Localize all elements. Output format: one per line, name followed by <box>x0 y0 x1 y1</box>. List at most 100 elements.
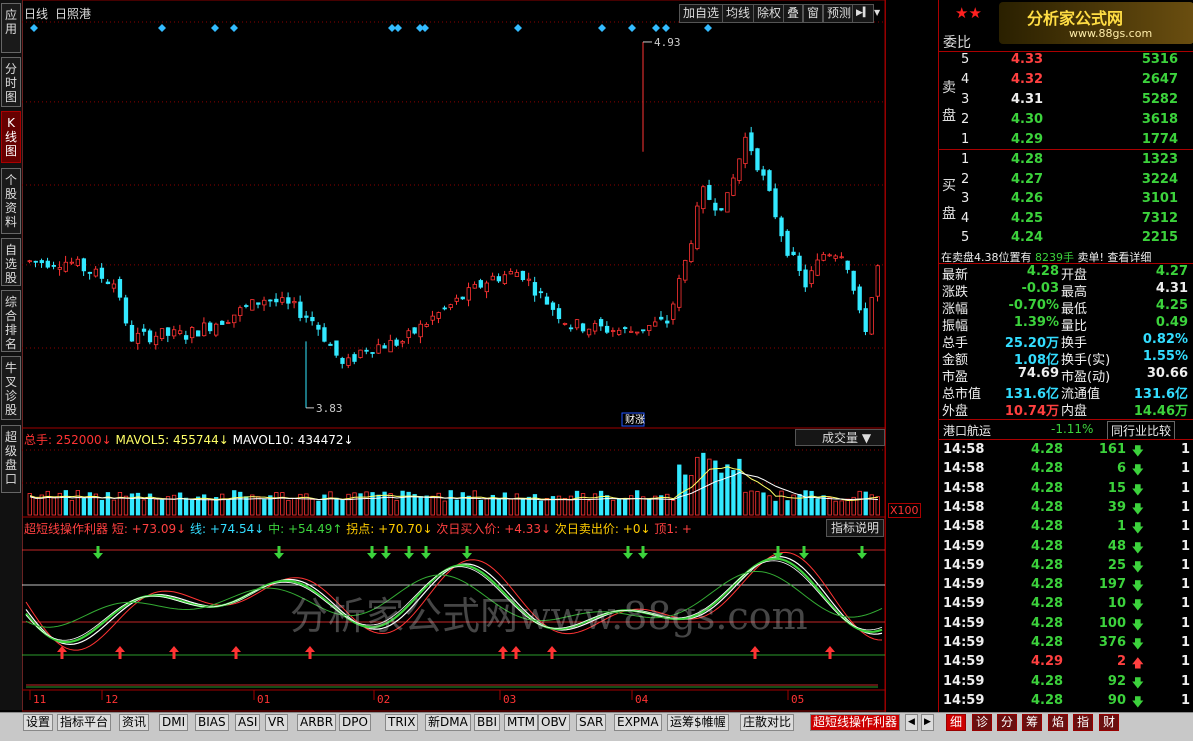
bottom-scroll-right-icon[interactable]: ▶ <box>921 714 934 731</box>
quote-row-0: 最新 4.28 开盘 4.27 <box>939 264 1193 283</box>
tick-time: 14:59 <box>943 557 985 573</box>
tick-price: 4.29 <box>1031 654 1064 670</box>
candle-body-116 <box>725 192 730 213</box>
tick-count: 1 <box>1180 461 1190 477</box>
bottom-tab-9[interactable]: TRIX <box>385 714 419 731</box>
toolbar-dropdown-icon[interactable]: ▼ <box>871 4 883 21</box>
quote-value2: 4.25 <box>1155 298 1188 313</box>
volume-dropdown[interactable]: 成交量 ▼ <box>795 429 885 446</box>
candle-body-97 <box>610 330 616 332</box>
bottom-tab-10[interactable]: 新DMA <box>425 714 471 731</box>
quote-value2: 4.31 <box>1155 281 1188 296</box>
red-arrow-stem-6 <box>514 652 518 659</box>
right-tab-6[interactable]: 财 <box>1099 714 1120 731</box>
candle-body-62 <box>400 341 405 344</box>
bottom-scroll-left-icon[interactable]: ◀ <box>905 714 918 731</box>
sector-compare-button[interactable]: 同行业比较 <box>1107 421 1176 440</box>
bottom-tab-15[interactable]: EXPMA <box>614 714 662 731</box>
right-tab-0[interactable]: 细 <box>946 714 967 731</box>
bottom-tab-5[interactable]: ASI <box>235 714 261 731</box>
bottom-tab-8[interactable]: DPO <box>339 714 371 731</box>
tick-time: 14:59 <box>943 692 985 708</box>
sell-level: 2 <box>961 112 970 127</box>
candle-body-113 <box>707 185 712 200</box>
right-tab-1[interactable]: 诊 <box>972 714 993 731</box>
bottom-tab-13[interactable]: OBV <box>538 714 570 731</box>
left-tab-7[interactable]: 超级盘口 <box>1 425 21 493</box>
quote-value2: 1.55% <box>1142 349 1188 364</box>
candle-body-110 <box>689 243 694 262</box>
candle-body-4 <box>51 265 56 267</box>
toolbar-btn-3[interactable]: 叠 <box>783 4 804 23</box>
bottom-tab-7[interactable]: ARBR <box>297 714 337 731</box>
volume-bar-14 <box>111 499 117 516</box>
volume-bar-8 <box>75 490 81 516</box>
toolbar-btn-0[interactable]: 加自选 <box>679 4 724 23</box>
volume-bar-82 <box>520 498 526 516</box>
candle-body-10 <box>87 271 93 274</box>
left-tab-4[interactable]: 自选股 <box>1 238 21 286</box>
candle-body-107 <box>671 303 676 320</box>
candle-body-95 <box>598 319 604 327</box>
right-tab-5[interactable]: 指 <box>1073 714 1094 731</box>
bottom-tab-2[interactable]: 资讯 <box>119 714 150 731</box>
left-tab-2[interactable]: K线图 <box>1 111 21 163</box>
quote-value: 1.39% <box>1013 315 1059 330</box>
green-arrow-stem-11 <box>860 546 864 553</box>
bottom-tab-14[interactable]: SAR <box>576 714 607 731</box>
bottom-tab-18[interactable]: 超短线操作利器 <box>810 714 901 731</box>
left-tab-5[interactable]: 综合排名 <box>1 290 21 352</box>
sector-row: 港口航运 -1.11% 同行业比较 <box>939 420 1193 440</box>
left-tab-6[interactable]: 牛叉诊股 <box>1 356 21 420</box>
bottom-tab-16[interactable]: 运筹$帷幄 <box>667 714 729 731</box>
sell-volume: 5282 <box>1141 92 1178 107</box>
tick-row-13: 14:59 4.28 90 🡇 1 <box>939 691 1193 710</box>
left-tab-0[interactable]: 应用 <box>1 3 21 53</box>
sell-row-3: 2 4.30 3618 <box>939 110 1193 130</box>
bottom-tab-4[interactable]: BIAS <box>195 714 229 731</box>
bottom-tab-0[interactable]: 设置 <box>23 714 54 731</box>
toolbar-btn-2[interactable]: 除权 <box>753 4 786 23</box>
tick-count: 1 <box>1180 519 1190 535</box>
volume-bar-89 <box>562 497 568 516</box>
volume-bar-70 <box>448 490 453 516</box>
bottom-tab-6[interactable]: VR <box>265 714 288 731</box>
volume-bar-138 <box>857 490 862 516</box>
bottom-tab-17[interactable]: 庄散对比 <box>740 714 795 731</box>
right-tab-4[interactable]: 焰 <box>1048 714 1069 731</box>
bottom-tab-3[interactable]: DMI <box>159 714 189 731</box>
tick-volume: 2 <box>1116 654 1126 670</box>
toolbar-btn-5[interactable]: 预测 <box>823 4 856 23</box>
sell-level: 3 <box>961 92 970 107</box>
candle-body-76 <box>484 282 489 293</box>
candle-body-94 <box>592 322 598 332</box>
bottom-tab-12[interactable]: MTM <box>504 714 539 731</box>
candle-body-127 <box>791 251 796 255</box>
candle-body-9 <box>81 258 87 272</box>
logo-text: 分析家公式网 <box>1027 9 1124 28</box>
volume-bar-76 <box>484 497 489 516</box>
candle-body-39 <box>262 299 267 306</box>
right-tab-2[interactable]: 分 <box>997 714 1018 731</box>
tick-time: 14:58 <box>943 480 985 496</box>
volume-bar-50 <box>328 491 333 516</box>
tick-time: 14:59 <box>943 596 985 612</box>
bottom-tab-1[interactable]: 指标平台 <box>57 714 112 731</box>
right-tab-3[interactable]: 筹 <box>1022 714 1043 731</box>
bottom-tab-11[interactable]: BBI <box>474 714 501 731</box>
sector-name[interactable]: 港口航运 <box>943 422 991 439</box>
indicator-explain-button[interactable]: 指标说明 <box>826 519 885 537</box>
candle-body-53 <box>346 357 351 366</box>
candle-body-11 <box>93 268 99 277</box>
down-arrow-icon: 🡇 <box>1131 694 1144 709</box>
toolbar-btn-4[interactable]: 窗 <box>803 4 824 23</box>
left-tab-1[interactable]: 分时图 <box>1 57 21 107</box>
toolbar-btn-1[interactable]: 均线 <box>722 4 755 23</box>
candle-body-40 <box>268 299 273 302</box>
candle-body-96 <box>604 325 610 333</box>
candle-body-78 <box>496 276 501 282</box>
quote-panel: ★★ 分析家公式网 www.88gs.com 委比 卖盘 买盘 5 4.33 5316 4 4.32… <box>938 0 1193 712</box>
green-arrow-stem-4 <box>407 546 411 553</box>
volume-bar-43 <box>286 499 291 516</box>
left-tab-3[interactable]: 个股资料 <box>1 168 21 234</box>
